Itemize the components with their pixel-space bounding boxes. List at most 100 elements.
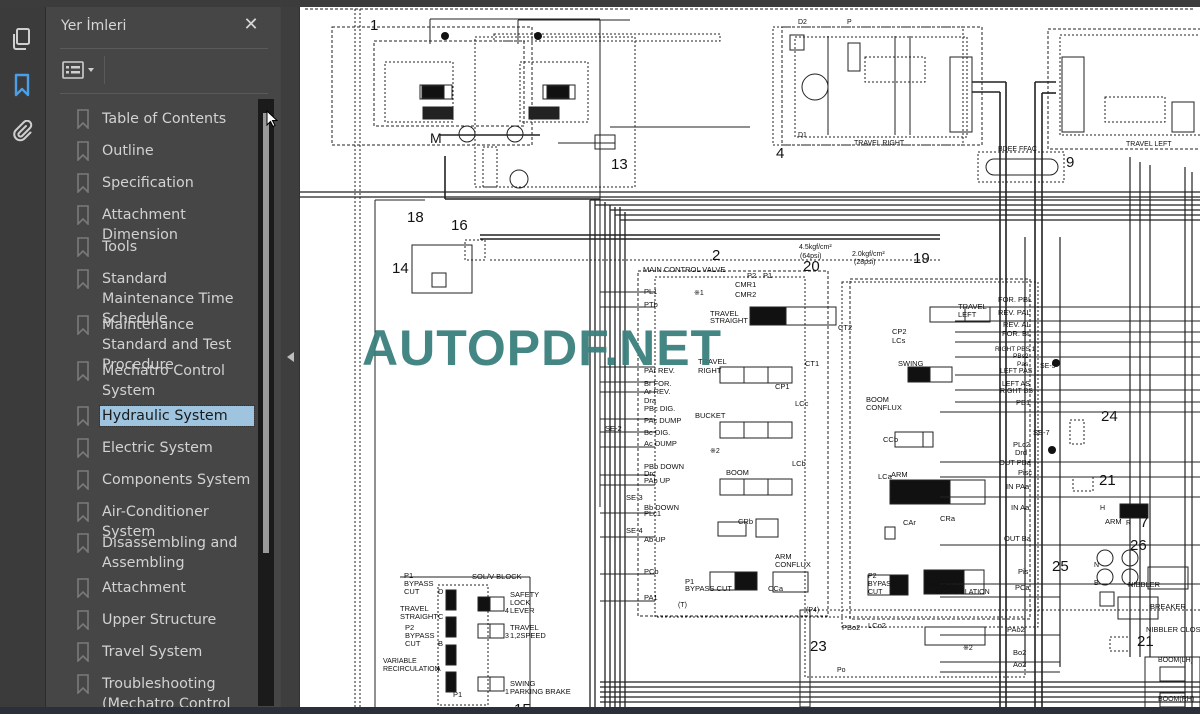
bookmark-item[interactable]: Table of Contents	[76, 109, 262, 129]
bookmark-label: Specification	[102, 175, 194, 191]
schematic-label: LCo2	[868, 621, 886, 630]
bookmark-item[interactable]: Electric System	[76, 438, 262, 458]
schematic-label: RECIRCULATION	[933, 589, 990, 596]
schematic-label: SE-3	[626, 493, 643, 502]
callout-number: 14	[392, 260, 409, 277]
collapse-panel-arrow-icon[interactable]	[287, 352, 294, 362]
schematic-label: PLc1	[644, 509, 661, 518]
bookmark-icon	[77, 438, 89, 458]
schematic-label: B	[1094, 580, 1099, 587]
schematic-label: PA1	[644, 593, 658, 602]
schematic-label: TRAVEL RIGHT	[854, 140, 905, 147]
schematic-label: OUT PBa	[999, 458, 1032, 467]
schematic-label: PAc DUMP	[644, 416, 681, 425]
schematic-label: C	[438, 612, 444, 621]
schematic-label: CMR1	[735, 280, 756, 289]
schematic-label: ※2	[963, 645, 973, 652]
schematic-label: Pis	[1018, 567, 1029, 576]
schematic-label: PAo2	[1007, 625, 1025, 634]
schematic-label: STRAIGHT	[400, 612, 438, 621]
schematic-label: P2	[868, 573, 877, 580]
schematic-label: BOOM	[726, 468, 749, 477]
schematic-label: BUCKET	[695, 411, 726, 420]
schematic-label: P1	[453, 690, 462, 699]
schematic-label: BOOM(RH)	[1158, 696, 1194, 703]
panel-title: Yer İmleri	[61, 18, 127, 34]
schematic-label: RIGHT PBS 1	[995, 346, 1036, 353]
schematic-label: M	[430, 130, 442, 146]
callout-number: 23	[810, 638, 827, 655]
schematic-label: Pas	[1017, 361, 1029, 368]
divider	[104, 56, 105, 84]
schematic-label: OUT Ba	[1004, 534, 1032, 543]
schematic-label: PTb	[644, 300, 658, 309]
panel-splitter[interactable]	[280, 7, 299, 707]
schematic-label: PBc DIG.	[644, 404, 675, 413]
schematic-label: PARKING BRAKE	[510, 687, 571, 696]
callout-number: 1	[370, 17, 378, 34]
schematic-label: CRa	[940, 514, 956, 523]
schematic-label: (P4)	[806, 607, 819, 614]
schematic-label: Pisc	[1018, 468, 1032, 477]
schematic-label: IN Aa	[1011, 503, 1030, 512]
callout-number: 19	[913, 250, 930, 267]
callout-number: 7	[1140, 514, 1148, 531]
schematic-label: CUT	[868, 589, 883, 596]
schematic-label: LEFT PAS	[1000, 368, 1033, 375]
schematic-label: 3	[505, 633, 509, 640]
bookmark-icon	[77, 109, 89, 129]
schematic-label: P	[847, 19, 852, 26]
schematic-label: P1	[763, 271, 772, 280]
schematic-label: LEVER	[510, 606, 535, 615]
bookmark-item[interactable]: Hydraulic System	[76, 405, 262, 427]
schematic-label: LCs	[892, 336, 906, 345]
schematic-label: ※1	[694, 290, 704, 297]
attachment-icon[interactable]	[10, 119, 34, 143]
bookmark-label: Components System	[102, 472, 251, 488]
schematic-label: PAb UP	[644, 476, 670, 485]
bookmark-label: Attachment	[102, 580, 186, 596]
schematic-label: SWING	[898, 359, 924, 368]
callout-number: 18	[407, 209, 424, 226]
scrollbar-thumb[interactable]	[263, 113, 269, 553]
bookmark-scrollbar[interactable]	[258, 99, 274, 706]
schematic-label: VARIABLE	[926, 581, 960, 588]
bookmark-item[interactable]: Upper Structure	[76, 610, 262, 630]
callout-number: 16	[451, 217, 468, 234]
bookmark-label: Upper Structure	[102, 612, 217, 628]
bookmark-item[interactable]: Mechatro Control System	[76, 361, 262, 401]
document-page: SE-22SE-23PSV1PH1A1a1Dr1a2A2PH2PSV2B1PUM…	[300, 7, 1200, 707]
schematic-label: CT2	[838, 323, 852, 332]
schematic-label: SE-7	[1033, 428, 1050, 437]
close-panel-button[interactable]: ✕	[242, 16, 260, 34]
schematic-label: BYPASS CUT	[685, 584, 732, 593]
bookmark-item[interactable]: Travel System	[76, 642, 262, 662]
schematic-label: R	[1126, 520, 1131, 527]
bookmark-icon	[77, 173, 89, 193]
bookmark-item[interactable]: Tools	[76, 237, 262, 257]
schematic-label: SE-5	[1040, 363, 1056, 370]
schematic-label: BREAKER	[1150, 602, 1186, 611]
mouse-cursor-icon	[266, 109, 279, 132]
bookmark-item[interactable]: Components System	[76, 470, 262, 490]
bookmark-options-button[interactable]	[62, 60, 98, 82]
schematic-label: REV. AL	[1003, 320, 1031, 329]
schematic-label: IN PAa	[1006, 482, 1030, 491]
bookmark-item[interactable]: Attachment	[76, 578, 262, 598]
callout-number: 13	[611, 156, 628, 173]
callout-number: 4	[776, 145, 784, 162]
bookmark-item[interactable]: Specification	[76, 173, 262, 193]
schematic-label: PBs2	[1013, 353, 1029, 360]
bookmark-item[interactable]: Disassembling and Assembling	[76, 533, 262, 573]
schematic-label: Bo2	[1013, 648, 1026, 657]
pages-icon[interactable]	[10, 27, 34, 51]
bookmark-icon[interactable]	[10, 73, 34, 97]
schematic-label: CCa	[768, 584, 784, 593]
schematic-label: Drd	[1015, 448, 1027, 457]
bookmark-label: Table of Contents	[102, 111, 227, 127]
schematic-label: P2	[747, 271, 756, 280]
bookmark-item[interactable]: Outline	[76, 141, 262, 161]
bookmark-label: Outline	[102, 143, 154, 159]
callout-number: 26	[1130, 537, 1147, 554]
callout-number: 24	[1101, 408, 1118, 425]
